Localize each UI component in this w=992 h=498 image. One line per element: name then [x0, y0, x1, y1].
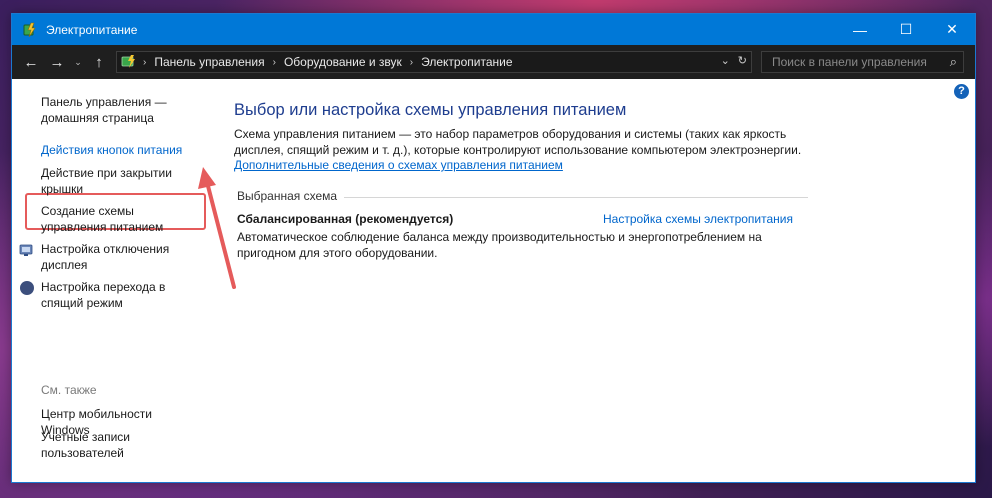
breadcrumb-hardware-sound[interactable]: Оборудование и звук: [284, 55, 402, 69]
selected-plan-label: Выбранная схема: [237, 189, 338, 203]
section-divider: [344, 197, 808, 198]
navigation-bar: ← → ⌄ ↑ › Панель управления › Оборудован…: [12, 45, 975, 79]
back-arrow-icon[interactable]: ←: [20, 54, 42, 71]
page-description: Схема управления питанием — это набор па…: [234, 127, 824, 174]
close-button[interactable]: ✕: [929, 14, 975, 45]
breadcrumb-separator: ›: [143, 56, 147, 68]
sidebar-item-sleep[interactable]: Настройка перехода в спящий режим: [41, 280, 201, 311]
power-options-icon: [22, 22, 38, 38]
maximize-button[interactable]: ☐: [883, 14, 929, 45]
search-icon[interactable]: ⌕: [950, 54, 957, 70]
display-shield-icon: [19, 242, 35, 258]
breadcrumb-separator[interactable]: ›: [273, 57, 276, 68]
description-text: Схема управления питанием — это набор па…: [234, 127, 802, 157]
sidebar-item-create-plan[interactable]: Создание схемы управления питанием: [41, 204, 201, 235]
breadcrumb-separator[interactable]: ›: [410, 57, 413, 68]
recent-locations-chevron-icon[interactable]: ⌄: [72, 57, 84, 68]
title-bar[interactable]: Электропитание — ☐ ✕: [12, 14, 975, 45]
window-title: Электропитание: [46, 22, 138, 37]
address-dropdown-icon[interactable]: ⌄: [721, 54, 730, 67]
forward-arrow-icon[interactable]: →: [46, 54, 68, 71]
more-info-link[interactable]: Дополнительные сведения о схемах управле…: [234, 158, 563, 172]
search-input[interactable]: [772, 55, 932, 69]
moon-sleep-icon: [19, 280, 35, 296]
see-also-heading: См. также: [41, 383, 97, 397]
see-also-user-accounts[interactable]: Учетные записи пользователей: [41, 430, 201, 461]
breadcrumb-control-panel[interactable]: Панель управления: [154, 55, 264, 69]
control-panel-window: Электропитание — ☐ ✕ ← → ⌄ ↑ › Панель уп…: [11, 13, 976, 483]
search-box[interactable]: ⌕: [761, 51, 964, 73]
sidebar-item-lid-close[interactable]: Действие при закрытии крышки: [41, 166, 201, 197]
change-plan-settings-link[interactable]: Настройка схемы электропитания: [603, 212, 793, 226]
sidebar-home-link[interactable]: Панель управления — домашняя страница: [41, 95, 201, 126]
page-title: Выбор или настройка схемы управления пит…: [234, 101, 627, 119]
plan-name: Сбалансированная (рекомендуется): [237, 212, 454, 226]
refresh-icon[interactable]: ↻: [738, 54, 747, 67]
help-icon[interactable]: ?: [954, 84, 969, 99]
sidebar-item-display-off[interactable]: Настройка отключения дисплея: [41, 242, 201, 273]
sidebar: Панель управления — домашняя страница Де…: [12, 79, 212, 479]
minimize-button[interactable]: —: [837, 14, 883, 45]
breadcrumb-power-options[interactable]: Электропитание: [421, 55, 512, 69]
sidebar-item-power-buttons[interactable]: Действия кнопок питания: [41, 143, 201, 159]
plan-description: Автоматическое соблюдение баланса между …: [237, 230, 762, 260]
address-bar[interactable]: › Панель управления › Оборудование и зву…: [116, 51, 752, 73]
control-panel-icon: [121, 54, 137, 70]
up-arrow-icon[interactable]: ↑: [88, 54, 110, 71]
